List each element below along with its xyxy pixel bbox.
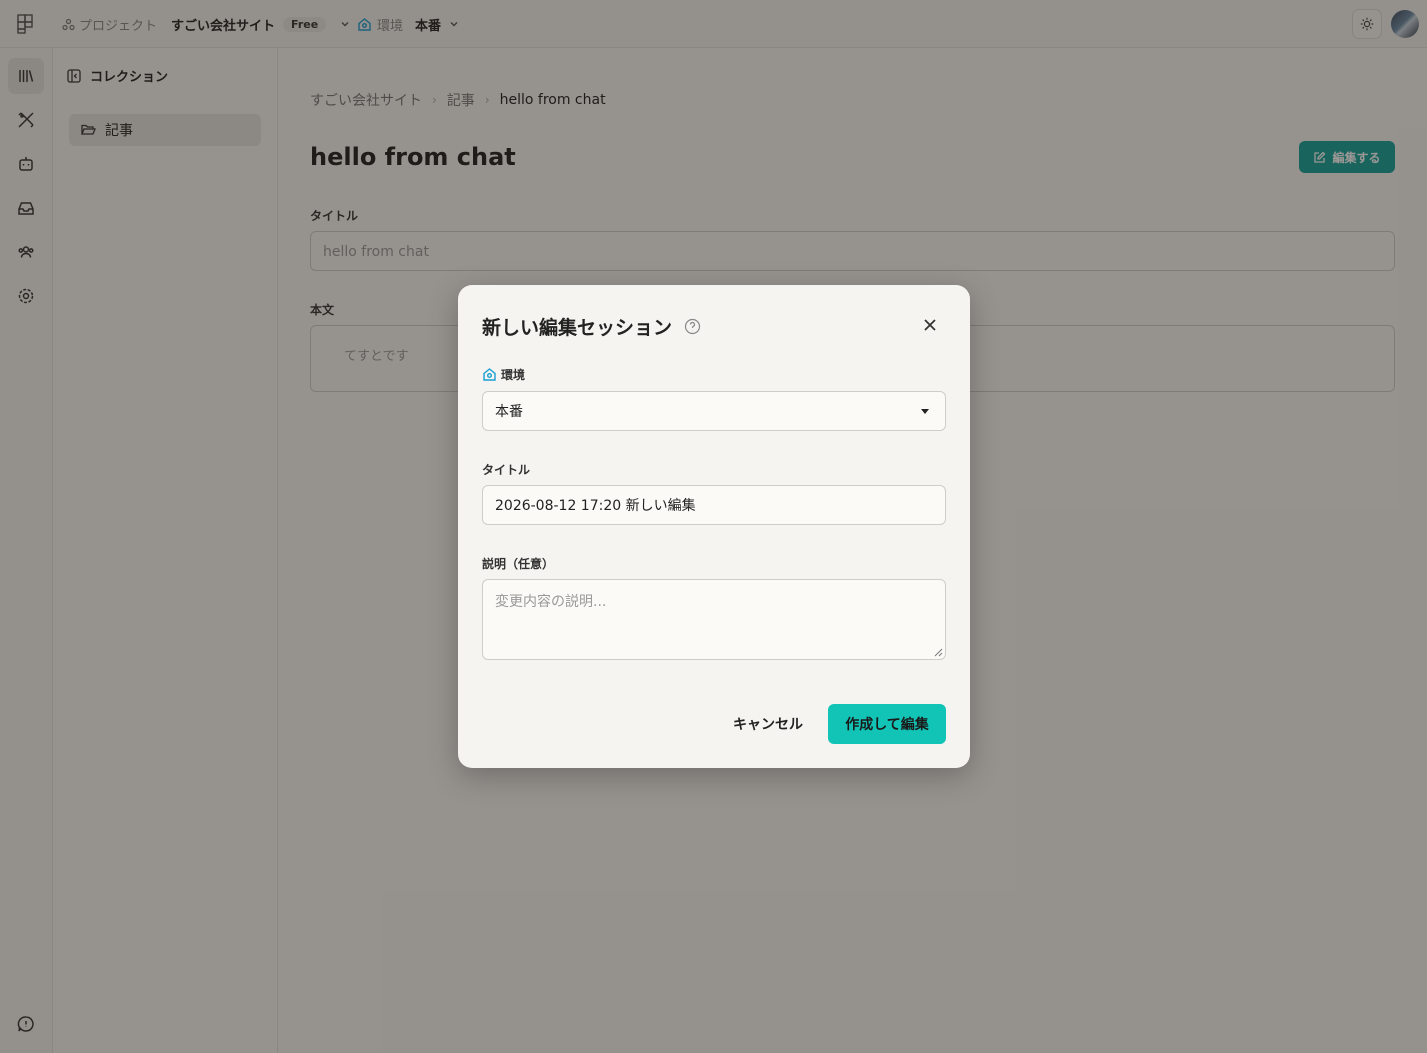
session-title-input[interactable]: 2026-08-12 17:20 新しい編集 xyxy=(482,485,946,525)
dialog-title-text: 新しい編集セッション xyxy=(482,317,673,339)
environment-select[interactable]: 本番 xyxy=(482,391,946,431)
environment-icon xyxy=(482,367,497,382)
dialog-title: 新しい編集セッション xyxy=(482,313,701,340)
caret-down-icon xyxy=(921,409,929,414)
description-placeholder: 変更内容の説明... xyxy=(495,594,607,610)
description-label: 説明（任意） xyxy=(482,557,555,571)
new-edit-session-dialog: 新しい編集セッション 環境 本番 タイトル 2026-08-12 17:20 新… xyxy=(458,285,970,768)
create-and-edit-button[interactable]: 作成して編集 xyxy=(828,704,946,744)
cancel-button[interactable]: キャンセル xyxy=(728,704,808,744)
environment-select-value: 本番 xyxy=(495,404,523,420)
description-textarea[interactable]: 変更内容の説明... xyxy=(482,579,946,660)
env-field-label-text: 環境 xyxy=(501,368,526,382)
env-field-label: 環境 xyxy=(482,366,525,383)
session-title-label: タイトル xyxy=(482,463,531,477)
resize-grip-icon[interactable] xyxy=(934,648,943,657)
help-icon[interactable] xyxy=(684,318,701,335)
close-icon[interactable] xyxy=(920,315,940,335)
